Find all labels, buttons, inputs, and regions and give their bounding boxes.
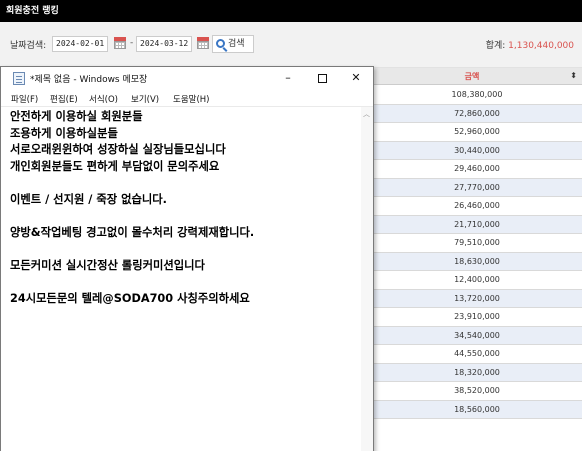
text-line: 이벤트 / 선지원 / 죽장 없습니다.: [10, 192, 167, 206]
table-row: 79,510,000: [372, 234, 582, 253]
table-row: 23,910,000: [372, 308, 582, 327]
table-row: 44,550,000: [372, 345, 582, 364]
table-row: 34,540,000: [372, 326, 582, 345]
menu-help[interactable]: 도움말(H): [173, 93, 209, 105]
notepad-title-bar[interactable]: *제목 없음 - Windows 메모장 – ✕: [1, 67, 373, 89]
amount-table: 108,380,000 72,860,000 52,960,000 30,440…: [372, 86, 582, 419]
notepad-window: *제목 없음 - Windows 메모장 – ✕ 파일(F) 편집(E) 서식(…: [0, 66, 374, 451]
table-row: 72,860,000: [372, 104, 582, 123]
search-icon: [216, 39, 225, 48]
filter-bar: 날짜검색: 2024-02-01 - 2024-03-12 검색 합계: 1,1…: [0, 22, 582, 68]
text-line: 양방&작업베팅 경고없이 몰수처리 강력제재합니다.: [10, 225, 255, 239]
table-row: 18,320,000: [372, 363, 582, 382]
text-line: 모든커미션 실시간정산 롤링커미션입니다: [10, 258, 205, 272]
text-line: [10, 175, 350, 192]
notepad-icon: [13, 72, 25, 85]
table-row: 13,720,000: [372, 289, 582, 308]
menu-edit[interactable]: 편집(E): [50, 93, 78, 105]
minimize-button[interactable]: –: [271, 67, 305, 89]
table-row: 52,960,000: [372, 123, 582, 142]
scroll-up-icon[interactable]: ︿: [363, 109, 370, 119]
date-search-label: 날짜검색:: [10, 41, 47, 51]
maximize-button[interactable]: [305, 67, 339, 89]
text-line: 서로오래윈윈하여 성장하실 실장님들모십니다: [10, 143, 226, 156]
table-row: 18,630,000: [372, 252, 582, 271]
maximize-icon: [317, 73, 327, 83]
text-line: [10, 208, 350, 225]
menu-file[interactable]: 파일(F): [11, 93, 38, 105]
vertical-scrollbar[interactable]: ︿: [361, 107, 373, 451]
table-row: 18,560,000: [372, 400, 582, 419]
text-line: 조용하게 이용하실분들: [10, 126, 118, 140]
sort-icon[interactable]: ⬍: [570, 71, 577, 80]
calendar-icon[interactable]: [113, 36, 127, 50]
close-button[interactable]: ✕: [339, 67, 373, 89]
table-row: 38,520,000: [372, 382, 582, 401]
table-row: 21,710,000: [372, 215, 582, 234]
table-row: 29,460,000: [372, 160, 582, 179]
calendar-icon[interactable]: [196, 36, 210, 50]
window-title: *제목 없음 - Windows 메모장: [30, 75, 148, 85]
notepad-text-area[interactable]: 안전하게 이용하실 회원분들 조용하게 이용하실분들 서로오래윈윈하여 성장하실…: [1, 107, 359, 451]
table-row: 26,460,000: [372, 197, 582, 216]
amount-column-header[interactable]: 금액 ⬍: [372, 68, 582, 85]
date-separator: -: [130, 38, 134, 48]
table-row: 12,400,000: [372, 271, 582, 290]
table-row: 27,770,000: [372, 178, 582, 197]
text-line: [10, 241, 350, 258]
total-summary: 합계: 1,130,440,000: [486, 38, 574, 51]
text-line: 24시모든문의 텔레@SODA700 사칭주의하세요: [10, 291, 250, 305]
search-button[interactable]: 검색: [212, 35, 254, 53]
table-row: 108,380,000: [372, 86, 582, 105]
page-title: 회원충전 랭킹: [6, 6, 59, 16]
page-header: 회원충전 랭킹: [0, 0, 582, 22]
menu-format[interactable]: 서식(O): [89, 93, 118, 105]
table-row: 30,440,000: [372, 141, 582, 160]
text-line: 안전하게 이용하실 회원분들: [10, 110, 143, 123]
total-label: 합계:: [485, 41, 506, 51]
search-button-label: 검색: [228, 39, 245, 49]
notepad-menu-bar: 파일(F) 편집(E) 서식(O) 보기(V) 도움말(H): [1, 89, 373, 107]
menu-view[interactable]: 보기(V): [131, 93, 159, 105]
total-value: 1,130,440,000: [508, 41, 574, 51]
end-date-input[interactable]: 2024-03-12: [136, 36, 192, 52]
column-header-label: 금액: [464, 72, 480, 81]
text-line: 개인회원분들도 편하게 부담없이 문의주세요: [10, 159, 220, 173]
start-date-input[interactable]: 2024-02-01: [52, 36, 108, 52]
text-line: [10, 274, 350, 291]
